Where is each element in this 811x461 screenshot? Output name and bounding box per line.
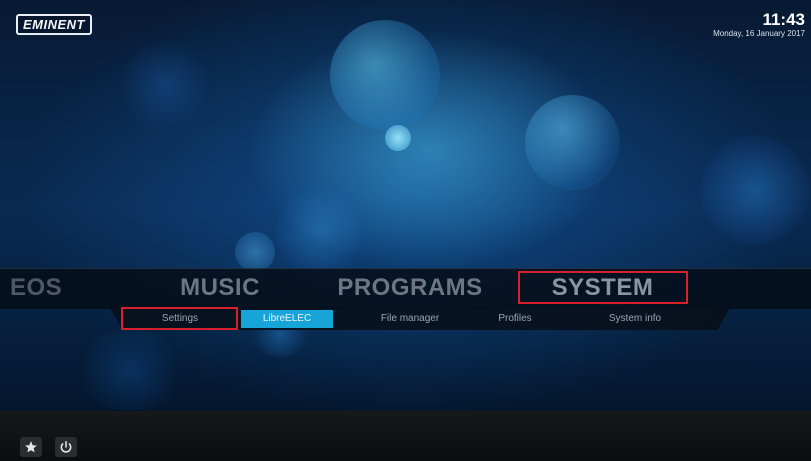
bokeh-bubble <box>120 40 210 130</box>
bokeh-bubble <box>235 232 275 272</box>
star-icon <box>25 441 37 453</box>
favourites-button[interactable] <box>20 437 42 457</box>
submenu-item-file-manager[interactable]: File manager <box>365 310 455 328</box>
bokeh-bubble <box>700 135 810 245</box>
clock-time: 11:43 <box>762 10 805 29</box>
bokeh-bubble <box>525 95 620 190</box>
bottom-bar <box>0 411 811 461</box>
menu-item-programs[interactable]: PROGRAMS <box>335 273 485 303</box>
menu-item-videos[interactable]: EOS <box>10 273 80 303</box>
power-button[interactable] <box>55 437 77 457</box>
power-icon <box>60 440 72 453</box>
bokeh-bubble <box>330 20 440 130</box>
submenu-item-profiles[interactable]: Profiles <box>485 310 545 328</box>
submenu-item-libreelec[interactable]: LibreELEC <box>241 310 333 328</box>
bokeh-bubble <box>70 330 190 410</box>
system-highlight-box <box>518 271 688 304</box>
bokeh-bubble <box>385 125 411 151</box>
brand-logo: EMINENT <box>16 14 92 35</box>
settings-highlight-box <box>121 307 238 330</box>
bokeh-bubble <box>275 185 365 275</box>
menu-item-music[interactable]: MUSIC <box>170 273 270 303</box>
submenu-item-system-info[interactable]: System info <box>590 310 680 328</box>
clock-date: Monday, 16 January 2017 <box>713 29 805 38</box>
